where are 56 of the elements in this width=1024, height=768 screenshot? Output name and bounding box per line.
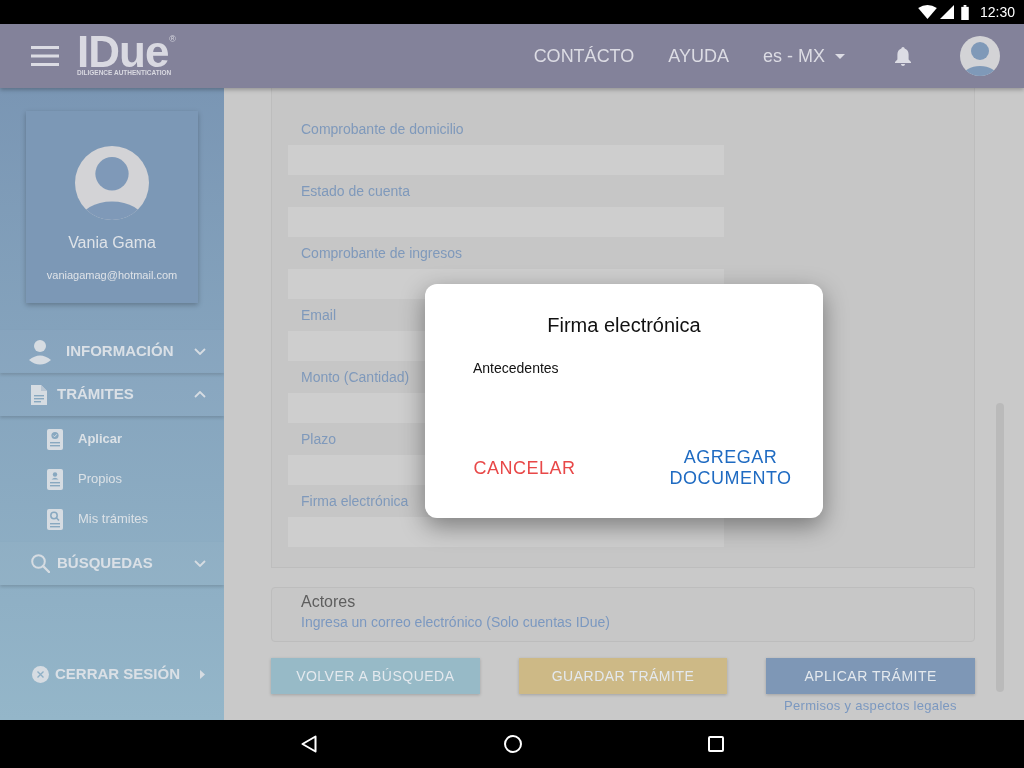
document-check-icon — [47, 428, 63, 450]
caret-icon — [835, 53, 845, 59]
logo-wordmark: IDue — [77, 35, 169, 69]
actors-label: Actores — [301, 592, 356, 612]
apply-button[interactable]: APLICAR TRÁMITE — [766, 658, 975, 694]
status-time: 12:30 — [979, 4, 1015, 20]
chevron-up-icon — [194, 391, 206, 398]
person-icon — [29, 338, 51, 365]
field-label: Comprobante de domicilio — [301, 120, 464, 139]
sidebar-item[interactable]: BÚSQUEDAS — [0, 542, 224, 585]
square-icon[interactable] — [708, 736, 724, 752]
registered-mark: ® — [169, 35, 176, 44]
language-selector[interactable]: es - MX — [763, 44, 845, 68]
actors-panel[interactable]: Actores Ingresa un correo electrónico (Solo cuentas IDue) — [271, 587, 975, 642]
sidebar-subitem[interactable]: Mis trámites — [0, 499, 224, 539]
cancel-button[interactable]: CANCELAR — [465, 449, 584, 487]
document-search-icon — [47, 508, 63, 530]
profile-email: vaniagamag@hotmail.com — [46, 268, 178, 283]
home-icon[interactable] — [504, 735, 522, 753]
profile-name: Vania Gama — [68, 233, 156, 253]
dialog-text: Antecedentes — [473, 359, 559, 378]
back-icon[interactable] — [301, 735, 317, 753]
chevron-down-icon — [194, 560, 206, 567]
chevron-down-icon — [194, 348, 206, 355]
field-label: Comprobante de ingresos — [301, 244, 463, 263]
bell-icon[interactable] — [895, 46, 911, 66]
sidebar-subitem[interactable]: Propios — [0, 459, 224, 499]
close-circle-icon — [32, 665, 49, 683]
field-label: Firma electrónica — [301, 492, 409, 511]
save-button[interactable]: GUARDAR TRÁMITE — [518, 658, 728, 694]
avatar-icon — [75, 146, 149, 220]
document-person-icon — [47, 468, 63, 490]
caret-right-icon — [200, 669, 205, 679]
nav-link[interactable]: CONTÁCTO — [533, 44, 635, 68]
sidebar-item[interactable]: INFORMACIÓN — [0, 330, 224, 373]
field-label: Plazo — [301, 430, 337, 449]
signal-icon — [939, 5, 954, 19]
back-button[interactable]: VOLVER A BÚSQUEDA — [271, 658, 480, 694]
sidebar-item[interactable]: TRÁMITES — [0, 373, 224, 416]
field-label: Estado de cuenta — [301, 182, 410, 201]
menu-icon[interactable] — [31, 46, 59, 66]
wifi-icon — [917, 5, 937, 19]
add-document-button[interactable]: AGREGAR DOCUMENTO — [655, 439, 806, 497]
nav-link[interactable]: AYUDA — [668, 44, 729, 68]
dialog-title: Firma electrónica — [547, 313, 701, 338]
search-icon — [31, 554, 50, 573]
field-label: Monto (Cantidad) — [301, 368, 410, 387]
sidebar-subitem[interactable]: Aplicar — [0, 419, 224, 459]
document-icon — [31, 384, 47, 405]
field-label: Email — [301, 306, 336, 325]
email-input[interactable]: Ingresa un correo electrónico (Solo cuentas IDue) — [301, 612, 941, 632]
avatar-icon[interactable] — [960, 36, 1000, 76]
input-field[interactable] — [288, 517, 724, 547]
logout-button[interactable]: CERRAR SESIÓN — [0, 654, 224, 694]
battery-icon — [960, 4, 969, 20]
legal-link[interactable]: Permisos y aspectos legales — [784, 698, 957, 714]
